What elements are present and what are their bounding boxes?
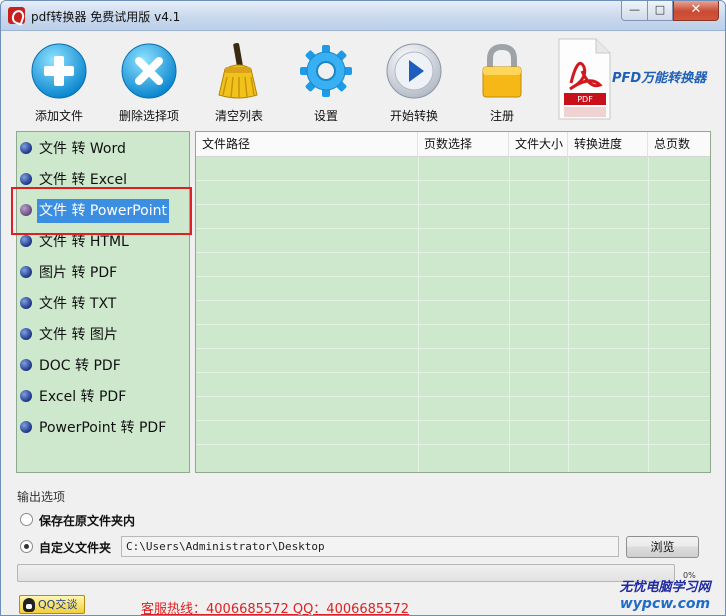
qq-penguin-icon [23,598,35,612]
delete-icon [121,43,177,99]
app-window: pdf转换器 免费试用版 v4.1 — □ ✕ 添加文件 删除选择项 清空列表 … [0,0,726,616]
output-path-field[interactable]: C:\Users\Administrator\Desktop [121,536,619,557]
radio-dot-icon [20,142,32,154]
settings-button[interactable]: 设置 [284,43,368,125]
watermark-site-name: 无忧电脑学习网 [619,580,711,595]
delete-selected-label: 删除选择项 [118,109,179,123]
option-doc-to-pdf[interactable]: DOC 转 PDF [20,354,123,378]
radio-dot-icon [20,173,32,185]
clear-list-button[interactable]: 清空列表 [197,43,281,125]
product-logo: PDF PFD万能转换器 [556,37,721,127]
radio-dot-icon [20,297,32,309]
radio-save-original-folder[interactable] [20,513,33,526]
start-convert-label: 开始转换 [389,109,438,123]
column-header-total-pages[interactable]: 总页数 [648,132,710,157]
delete-selected-button[interactable]: 删除选择项 [107,43,191,125]
clear-list-label: 清空列表 [214,109,263,123]
add-file-label: 添加文件 [34,109,83,123]
conversion-progress-bar [17,564,675,582]
option-image-to-pdf[interactable]: 图片 转 PDF [20,261,119,285]
radio-dot-icon [20,390,32,402]
column-header-progress[interactable]: 转换进度 [568,132,648,157]
browse-button[interactable]: 浏览 [626,536,699,558]
file-list-table[interactable]: 文件路径 页数选择 文件大小 转换进度 总页数 [195,131,711,473]
conversion-type-panel: 文件 转 Word 文件 转 Excel 文件 转 PowerPoint 文件 … [16,131,190,473]
option-file-to-image[interactable]: 文件 转 图片 [20,323,120,347]
selection-highlight-box [11,187,192,235]
radio-dot-icon [20,266,32,278]
gear-icon [300,45,352,97]
close-button[interactable]: ✕ [673,1,719,21]
register-button[interactable]: 注册 [460,43,544,125]
output-options-title: 输出选项 [17,490,66,504]
register-label: 注册 [489,109,514,123]
toolbar: 添加文件 删除选择项 清空列表 设置 开始转换 注册 PDF PFD万能转换器 [1,31,725,127]
add-file-button[interactable]: 添加文件 [17,43,101,125]
option-powerpoint-to-pdf[interactable]: PowerPoint 转 PDF [20,416,168,440]
row-divider [196,276,710,277]
pdf-document-icon: PDF [558,38,611,120]
custom-folder-label[interactable]: 自定义文件夹 [39,539,111,556]
qq-chat-button[interactable]: QQ交谈 [19,595,85,614]
service-hotline-link[interactable]: 客服热线：4006685572 QQ：4006685572 [141,598,409,615]
row-divider [196,180,710,181]
pdf-badge-text: PDF [577,95,593,104]
column-header-file-size[interactable]: 文件大小 [509,132,568,157]
row-divider [196,228,710,229]
site-watermark: 无忧电脑学习网 wypcw.com [605,579,725,615]
column-header-page-selection[interactable]: 页数选择 [418,132,509,157]
row-divider [196,372,710,373]
save-original-folder-label[interactable]: 保存在原文件夹内 [39,512,135,529]
title-bar[interactable]: pdf转换器 免费试用版 v4.1 — □ ✕ [1,1,725,31]
radio-dot-icon [20,421,32,433]
radio-dot-icon [20,359,32,371]
option-file-to-word[interactable]: 文件 转 Word [20,137,128,161]
broom-icon [218,43,258,99]
radio-dot-icon [20,328,32,340]
row-divider [196,300,710,301]
radio-dot-icon [20,235,32,247]
product-name: PFD万能转换器 [612,71,707,86]
row-divider [196,252,710,253]
maximize-button[interactable]: □ [647,1,673,21]
row-divider [196,444,710,445]
play-icon [386,43,442,99]
minimize-button[interactable]: — [621,1,648,21]
app-logo-icon [8,7,25,24]
window-title: pdf转换器 免费试用版 v4.1 [31,10,181,24]
row-divider [196,396,710,397]
row-divider [196,420,710,421]
option-file-to-txt[interactable]: 文件 转 TXT [20,292,118,316]
row-divider [196,204,710,205]
lock-icon [482,43,522,98]
watermark-site-url: wypcw.com [619,596,711,612]
start-convert-button[interactable]: 开始转换 [372,43,456,125]
column-header-file-path[interactable]: 文件路径 [196,132,418,157]
qq-chat-label: QQ交谈 [38,598,78,611]
add-icon [31,43,87,99]
row-divider [196,348,710,349]
radio-custom-folder[interactable] [20,540,33,553]
settings-label: 设置 [313,109,338,123]
row-divider [196,324,710,325]
option-excel-to-pdf[interactable]: Excel 转 PDF [20,385,128,409]
table-header: 文件路径 页数选择 文件大小 转换进度 总页数 [196,132,710,157]
